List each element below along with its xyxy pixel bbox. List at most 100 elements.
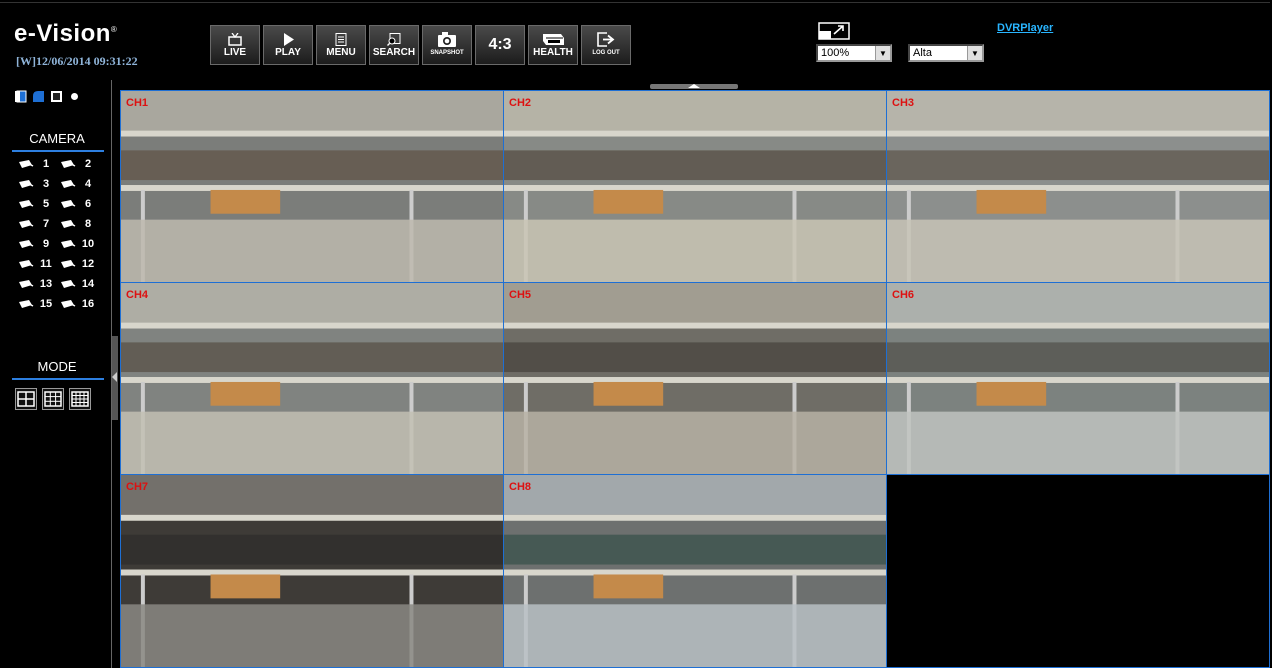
channel-tile-ch1[interactable]: CH1 bbox=[120, 90, 504, 283]
header: e-Vision® [W]12/06/2014 09:31:22 LIVE PL… bbox=[0, 0, 1272, 80]
toolbar: LIVE PLAY MENU SEARCH SNAPSHOT 4:3 HEALT… bbox=[210, 25, 631, 65]
video-feed bbox=[887, 283, 1269, 474]
zoom-select[interactable]: 100% ▼ bbox=[816, 44, 892, 62]
camera-item-1[interactable]: 1 bbox=[18, 156, 60, 172]
tv-icon bbox=[228, 32, 242, 46]
camera-icon bbox=[61, 180, 76, 188]
health-label: HEALTH bbox=[533, 47, 573, 58]
header-border bbox=[0, 2, 1270, 3]
mode-4x4-button[interactable] bbox=[69, 388, 91, 410]
camera-icon bbox=[19, 240, 34, 248]
camera-icon bbox=[19, 180, 34, 188]
video-feed bbox=[887, 91, 1269, 282]
channel-tile-ch6[interactable]: CH6 bbox=[886, 282, 1270, 475]
camera-section-title: CAMERA bbox=[29, 131, 85, 146]
camera-icon bbox=[19, 300, 34, 308]
snapshot-button[interactable]: SNAPSHOT bbox=[422, 25, 472, 65]
logout-label: LOG OUT bbox=[592, 49, 620, 56]
camera-icon bbox=[19, 200, 34, 208]
channel-tile-ch5[interactable]: CH5 bbox=[503, 282, 887, 475]
camera-icon bbox=[19, 220, 34, 228]
channel-tile-ch7[interactable]: CH7 bbox=[120, 474, 504, 668]
camera-item-7[interactable]: 7 bbox=[18, 216, 60, 232]
play-button[interactable]: PLAY bbox=[263, 25, 313, 65]
menu-button[interactable]: MENU bbox=[316, 25, 366, 65]
rounded-square-icon[interactable] bbox=[32, 90, 45, 103]
camera-item-2[interactable]: 2 bbox=[60, 156, 102, 172]
video-feed bbox=[121, 283, 503, 474]
grid-4x4-icon bbox=[71, 391, 89, 407]
half-left-icon[interactable] bbox=[14, 90, 27, 103]
sidebar-collapse-handle[interactable] bbox=[112, 336, 118, 420]
camera-item-15[interactable]: 15 bbox=[18, 296, 60, 312]
camera-item-13[interactable]: 13 bbox=[18, 276, 60, 292]
mode-2x2-button[interactable] bbox=[15, 388, 37, 410]
camera-item-14[interactable]: 14 bbox=[60, 276, 102, 292]
camera-section-underline bbox=[12, 150, 104, 152]
camera-item-12[interactable]: 12 bbox=[60, 256, 102, 272]
snapshot-label: SNAPSHOT bbox=[430, 49, 464, 56]
camera-item-10[interactable]: 10 bbox=[60, 236, 102, 252]
search-icon bbox=[387, 32, 401, 46]
search-button[interactable]: SEARCH bbox=[369, 25, 419, 65]
camera-icon bbox=[19, 160, 34, 168]
camera-icon bbox=[19, 280, 34, 288]
live-label: LIVE bbox=[223, 46, 247, 58]
camera-icon bbox=[61, 300, 76, 308]
chevron-down-icon: ▼ bbox=[967, 46, 982, 60]
channel-tile-ch2[interactable]: CH2 bbox=[503, 90, 887, 283]
camera-item-6[interactable]: 6 bbox=[60, 196, 102, 212]
film-icon[interactable] bbox=[50, 90, 63, 103]
top-collapse-handle[interactable] bbox=[650, 84, 738, 89]
aspect-ratio-label: 4:3 bbox=[488, 36, 512, 53]
camera-icon bbox=[61, 260, 76, 268]
hdd-icon bbox=[543, 34, 564, 45]
mode-buttons bbox=[15, 388, 105, 410]
camera-icon bbox=[61, 240, 76, 248]
channel-tile-ch3[interactable]: CH3 bbox=[886, 90, 1270, 283]
mode-section-title: MODE bbox=[37, 359, 77, 374]
video-feed bbox=[504, 475, 886, 667]
dvr-player-link[interactable]: DVRPlayer bbox=[997, 22, 1053, 34]
camera-item-11[interactable]: 11 bbox=[18, 256, 60, 272]
camera-item-5[interactable]: 5 bbox=[18, 196, 60, 212]
video-feed bbox=[121, 475, 503, 667]
play-icon bbox=[283, 32, 294, 46]
camera-item-3[interactable]: 3 bbox=[18, 176, 60, 192]
health-button[interactable]: HEALTH bbox=[528, 25, 578, 65]
mode-3x3-button[interactable] bbox=[42, 388, 64, 410]
video-feed bbox=[504, 283, 886, 474]
channel-tile-ch4[interactable]: CH4 bbox=[120, 282, 504, 475]
logout-button[interactable]: LOG OUT bbox=[581, 25, 631, 65]
video-feed bbox=[121, 91, 503, 282]
camera-item-4[interactable]: 4 bbox=[60, 176, 102, 192]
live-button[interactable]: LIVE bbox=[210, 25, 260, 65]
video-grid: CH1 CH2 CH3 CH4 CH5 CH6 CH7 CH8 bbox=[120, 90, 1270, 668]
video-feed bbox=[504, 91, 886, 282]
aspect-ratio-button[interactable]: 4:3 bbox=[475, 25, 525, 65]
channel-tile-empty[interactable] bbox=[886, 474, 1270, 668]
camera-icon bbox=[61, 200, 76, 208]
app-logo: e-Vision® bbox=[14, 20, 118, 47]
channel-tile-ch8[interactable]: CH8 bbox=[503, 474, 887, 668]
menu-label: MENU bbox=[326, 46, 356, 58]
record-dot-icon[interactable] bbox=[68, 90, 81, 103]
camera-icon bbox=[61, 280, 76, 288]
resize-window-icon[interactable] bbox=[818, 22, 850, 40]
camera-item-8[interactable]: 8 bbox=[60, 216, 102, 232]
camera-icon bbox=[61, 220, 76, 228]
grid-2x2-icon bbox=[17, 391, 35, 407]
camera-item-9[interactable]: 9 bbox=[18, 236, 60, 252]
date-time-display: [W]12/06/2014 09:31:22 bbox=[16, 54, 138, 68]
camera-icon bbox=[19, 260, 34, 268]
camera-icon bbox=[61, 160, 76, 168]
camera-item-16[interactable]: 16 bbox=[60, 296, 102, 312]
menu-icon bbox=[335, 32, 347, 46]
quality-select[interactable]: Alta ▼ bbox=[908, 44, 984, 62]
play-label: PLAY bbox=[275, 46, 301, 58]
grid-3x3-icon bbox=[44, 391, 62, 407]
camera-icon bbox=[438, 31, 456, 47]
mode-section-underline bbox=[12, 378, 104, 380]
chevron-down-icon: ▼ bbox=[875, 46, 890, 60]
search-label: SEARCH bbox=[372, 46, 416, 58]
